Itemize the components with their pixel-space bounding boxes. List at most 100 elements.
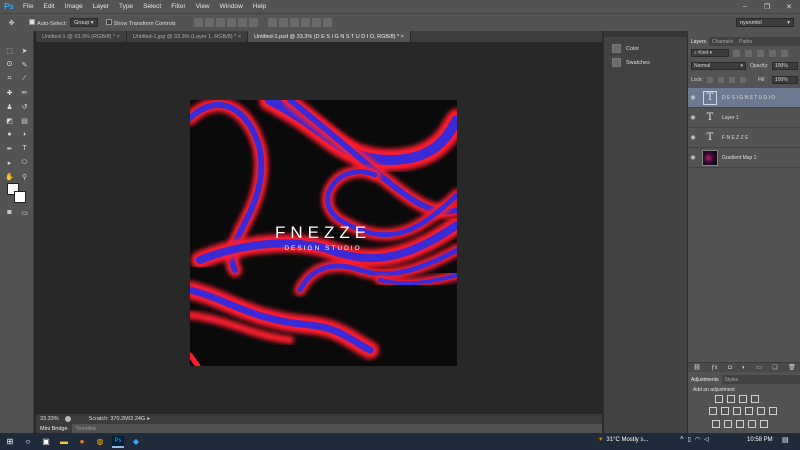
- path-select-icon[interactable]: ▸: [4, 157, 15, 168]
- new-group-icon[interactable]: ▭: [756, 364, 762, 371]
- quick-mask-icon[interactable]: ◙: [4, 207, 15, 218]
- lock-all-icon[interactable]: [740, 77, 746, 83]
- search-icon[interactable]: ○: [22, 436, 34, 448]
- delete-layer-icon[interactable]: 🗑: [788, 364, 796, 371]
- document-canvas[interactable]: FNEZZE DESIGN STUDIO: [190, 100, 457, 366]
- gradient-tool-icon[interactable]: ▤: [19, 115, 30, 126]
- close-button[interactable]: ✕: [778, 0, 800, 13]
- distribute-left-icon[interactable]: [300, 18, 310, 27]
- distribute-vcenter-icon[interactable]: [278, 18, 288, 27]
- lasso-tool-icon[interactable]: ʘ: [4, 59, 15, 70]
- visibility-eye-icon[interactable]: ◉: [688, 154, 698, 161]
- layer-row[interactable]: ◉ T F N E Z Z E: [688, 128, 800, 148]
- tab-mini-bridge[interactable]: Mini Bridge: [36, 424, 72, 433]
- tab-layers[interactable]: Layers: [688, 37, 710, 46]
- zoom-level[interactable]: 33.33%: [40, 416, 59, 422]
- eyedropper-tool-icon[interactable]: ⁄: [19, 73, 30, 84]
- menu-file[interactable]: File: [18, 3, 38, 10]
- black-white-icon[interactable]: [745, 407, 753, 415]
- doc-tab-3[interactable]: Untitled-1.psd @ 33.3% (D E S I G N S T …: [248, 31, 411, 42]
- crop-tool-icon[interactable]: ⌗: [4, 73, 15, 84]
- tab-adjustments[interactable]: Adjustments: [688, 375, 722, 384]
- weather-widget[interactable]: ☀ 31°C Mostly s...: [598, 436, 648, 444]
- photoshop-taskbar-icon[interactable]: Ps: [112, 435, 124, 448]
- type-tool-icon[interactable]: T: [19, 143, 30, 154]
- auto-select-dropdown[interactable]: Group ▾: [69, 18, 98, 27]
- layer-style-icon[interactable]: ƒx: [711, 365, 717, 371]
- firefox-icon[interactable]: ●: [76, 436, 88, 448]
- workspace-dropdown[interactable]: nyxnmlol ▾: [736, 18, 794, 27]
- add-mask-icon[interactable]: ◘: [728, 365, 732, 371]
- exposure-icon[interactable]: [751, 395, 759, 403]
- brightness-icon[interactable]: [715, 395, 723, 403]
- opacity-input[interactable]: 100%: [772, 62, 798, 70]
- close-icon[interactable]: ×: [117, 34, 120, 40]
- show-transform-checkbox[interactable]: Show Transform Controls: [105, 18, 176, 27]
- menu-select[interactable]: Select: [138, 3, 166, 10]
- menu-filter[interactable]: Filter: [166, 3, 190, 10]
- lock-pixels-icon[interactable]: [718, 77, 724, 83]
- tab-timeline[interactable]: Timeline: [72, 426, 101, 432]
- filter-adjustment-icon[interactable]: [745, 50, 752, 57]
- align-top-icon[interactable]: [193, 18, 203, 27]
- move-tool-preset-icon[interactable]: ✥: [6, 17, 17, 28]
- distribute-bottom-icon[interactable]: [289, 18, 299, 27]
- levels-icon[interactable]: [727, 395, 735, 403]
- posterize-icon[interactable]: [724, 420, 732, 428]
- close-icon[interactable]: ×: [238, 34, 241, 40]
- doc-tab-2[interactable]: Untitled-1.jpg @ 33.3% (Layer 1, RGB/8) …: [127, 31, 249, 42]
- distribute-hcenter-icon[interactable]: [311, 18, 321, 27]
- channel-mixer-icon[interactable]: [769, 407, 777, 415]
- visibility-eye-icon[interactable]: ◉: [688, 114, 698, 121]
- selective-color-icon[interactable]: [760, 420, 768, 428]
- new-adjustment-icon[interactable]: ◐: [742, 365, 746, 371]
- layer-kind-filter[interactable]: ⌕ Kind ▾: [691, 49, 729, 57]
- menu-image[interactable]: Image: [60, 3, 88, 10]
- maximize-button[interactable]: ❐: [756, 0, 778, 13]
- background-color-swatch[interactable]: [14, 191, 26, 203]
- screen-mode-icon[interactable]: ▭: [19, 207, 30, 218]
- windows-start-icon[interactable]: ⊞: [4, 436, 16, 448]
- curves-icon[interactable]: [739, 395, 747, 403]
- filter-type-icon[interactable]: [757, 50, 764, 57]
- wifi-icon[interactable]: ◠: [695, 436, 700, 443]
- align-left-icon[interactable]: [226, 18, 236, 27]
- link-layers-icon[interactable]: ⛓: [693, 364, 701, 371]
- align-right-icon[interactable]: [248, 18, 258, 27]
- layer-row[interactable]: ◉ T D E S I G N S T U D I O: [688, 88, 800, 108]
- clock[interactable]: 10:58 PM: [747, 437, 773, 443]
- layer-row[interactable]: ◉ T Layer 1: [688, 108, 800, 128]
- color-balance-icon[interactable]: [733, 407, 741, 415]
- blend-mode-dropdown[interactable]: Normal ▾: [691, 62, 746, 70]
- filter-shape-icon[interactable]: [769, 50, 776, 57]
- close-icon[interactable]: ×: [401, 34, 404, 40]
- lock-position-icon[interactable]: [729, 77, 735, 83]
- distribute-right-icon[interactable]: [322, 18, 332, 27]
- auto-select-checkbox[interactable]: Auto-Select:: [29, 18, 67, 27]
- threshold-icon[interactable]: [736, 420, 744, 428]
- status-arrow-icon[interactable]: ▸: [147, 416, 150, 422]
- minimize-button[interactable]: –: [734, 0, 756, 13]
- ellipse-tool-icon[interactable]: ⬭: [19, 157, 30, 168]
- visibility-eye-icon[interactable]: ◉: [688, 134, 698, 141]
- filter-pixel-icon[interactable]: [733, 50, 740, 57]
- task-view-icon[interactable]: ▣: [40, 436, 52, 448]
- move-tool-icon[interactable]: ➤: [19, 45, 30, 56]
- align-bottom-icon[interactable]: [215, 18, 225, 27]
- filter-smart-object-icon[interactable]: [781, 50, 788, 57]
- align-hcenter-icon[interactable]: [237, 18, 247, 27]
- dodge-tool-icon[interactable]: ◗: [19, 129, 30, 140]
- vibrance-icon[interactable]: [709, 407, 717, 415]
- visibility-eye-icon[interactable]: ◉: [688, 94, 698, 101]
- edge-icon[interactable]: ◆: [130, 436, 142, 448]
- swatches-panel-button[interactable]: Swatches: [612, 58, 650, 67]
- marquee-tool-icon[interactable]: ⬚: [4, 45, 15, 56]
- tab-paths[interactable]: Paths: [736, 37, 755, 46]
- clone-stamp-icon[interactable]: ♟: [4, 101, 15, 112]
- photo-filter-icon[interactable]: [757, 407, 765, 415]
- invert-icon[interactable]: [712, 420, 720, 428]
- doc-tab-1[interactable]: Untitled-1 @ 33.3% (RGB/8) * ×: [36, 31, 127, 42]
- gradient-map-icon[interactable]: [748, 420, 756, 428]
- notifications-icon[interactable]: ▤: [782, 436, 789, 444]
- blur-tool-icon[interactable]: ●: [4, 129, 15, 140]
